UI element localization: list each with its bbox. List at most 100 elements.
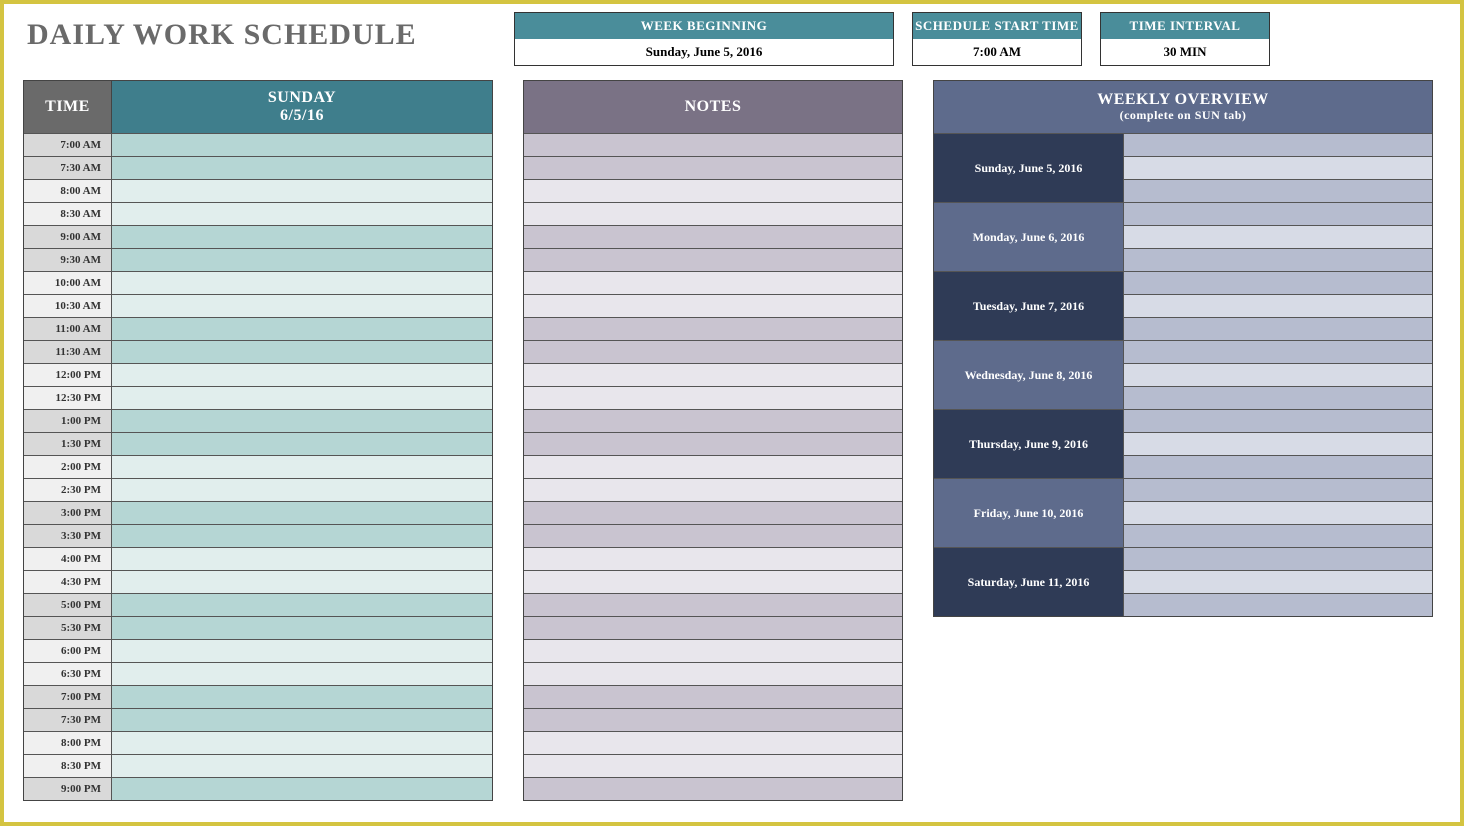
note-row[interactable] [524,547,902,570]
task-cell[interactable] [112,479,492,501]
overview-slot[interactable] [1124,410,1432,433]
schedule-row: 3:00 PM [24,501,492,524]
time-cell: 7:30 AM [24,157,112,179]
note-row[interactable] [524,133,902,156]
note-row[interactable] [524,478,902,501]
note-row[interactable] [524,754,902,777]
task-cell[interactable] [112,571,492,593]
overview-slot[interactable] [1124,387,1432,409]
task-cell[interactable] [112,778,492,800]
note-row[interactable] [524,455,902,478]
task-cell[interactable] [112,318,492,340]
task-cell[interactable] [112,341,492,363]
note-row[interactable] [524,386,902,409]
overview-slot[interactable] [1124,318,1432,340]
task-cell[interactable] [112,525,492,547]
task-cell[interactable] [112,617,492,639]
note-row[interactable] [524,685,902,708]
overview-day-group: Tuesday, June 7, 2016 [934,271,1432,340]
overview-slot[interactable] [1124,203,1432,226]
note-row[interactable] [524,570,902,593]
task-cell[interactable] [112,410,492,432]
schedule-row: 7:00 AM [24,133,492,156]
overview-slot[interactable] [1124,180,1432,202]
task-cell[interactable] [112,755,492,777]
overview-slot[interactable] [1124,134,1432,157]
note-row[interactable] [524,317,902,340]
overview-slot[interactable] [1124,456,1432,478]
note-row[interactable] [524,777,902,800]
overview-day-slots [1124,203,1432,271]
week-beginning-value[interactable]: Sunday, June 5, 2016 [515,39,893,65]
start-time-label: SCHEDULE START TIME [913,13,1081,39]
task-cell[interactable] [112,686,492,708]
task-cell[interactable] [112,249,492,271]
note-row[interactable] [524,294,902,317]
note-row[interactable] [524,409,902,432]
task-cell[interactable] [112,134,492,156]
start-time-box: SCHEDULE START TIME 7:00 AM [912,12,1082,66]
time-cell: 9:30 AM [24,249,112,271]
task-cell[interactable] [112,663,492,685]
task-cell[interactable] [112,180,492,202]
note-row[interactable] [524,179,902,202]
task-cell[interactable] [112,548,492,570]
note-row[interactable] [524,248,902,271]
overview-slot[interactable] [1124,433,1432,456]
overview-slot[interactable] [1124,341,1432,364]
overview-slot[interactable] [1124,249,1432,271]
overview-slot[interactable] [1124,226,1432,249]
overview-slot[interactable] [1124,295,1432,318]
note-row[interactable] [524,225,902,248]
interval-value[interactable]: 30 MIN [1101,39,1269,65]
time-cell: 10:00 AM [24,272,112,294]
overview-slot[interactable] [1124,272,1432,295]
task-cell[interactable] [112,502,492,524]
note-row[interactable] [524,593,902,616]
task-cell[interactable] [112,203,492,225]
task-cell[interactable] [112,272,492,294]
schedule-row: 8:30 PM [24,754,492,777]
note-row[interactable] [524,501,902,524]
overview-slot[interactable] [1124,157,1432,180]
task-cell[interactable] [112,732,492,754]
task-cell[interactable] [112,295,492,317]
task-cell[interactable] [112,226,492,248]
notes-header: NOTES [524,81,902,133]
overview-slot[interactable] [1124,594,1432,616]
task-cell[interactable] [112,433,492,455]
note-row[interactable] [524,639,902,662]
task-cell[interactable] [112,387,492,409]
task-cell[interactable] [112,709,492,731]
note-row[interactable] [524,363,902,386]
task-cell[interactable] [112,594,492,616]
start-time-value[interactable]: 7:00 AM [913,39,1081,65]
task-cell[interactable] [112,640,492,662]
note-row[interactable] [524,708,902,731]
note-row[interactable] [524,271,902,294]
overview-slot[interactable] [1124,525,1432,547]
note-row[interactable] [524,524,902,547]
overview-slot[interactable] [1124,502,1432,525]
note-row[interactable] [524,616,902,639]
task-cell[interactable] [112,456,492,478]
overview-day-slots [1124,479,1432,547]
schedule-row: 10:00 AM [24,271,492,294]
task-cell[interactable] [112,157,492,179]
overview-slot[interactable] [1124,364,1432,387]
schedule-row: 1:00 PM [24,409,492,432]
overview-day-label: Wednesday, June 8, 2016 [934,341,1124,409]
overview-slot[interactable] [1124,571,1432,594]
overview-slot[interactable] [1124,479,1432,502]
note-row[interactable] [524,340,902,363]
interval-label: TIME INTERVAL [1101,13,1269,39]
note-row[interactable] [524,662,902,685]
note-row[interactable] [524,432,902,455]
task-cell[interactable] [112,364,492,386]
note-row[interactable] [524,202,902,225]
overview-day-group: Thursday, June 9, 2016 [934,409,1432,478]
time-cell: 5:00 PM [24,594,112,616]
note-row[interactable] [524,731,902,754]
overview-slot[interactable] [1124,548,1432,571]
note-row[interactable] [524,156,902,179]
